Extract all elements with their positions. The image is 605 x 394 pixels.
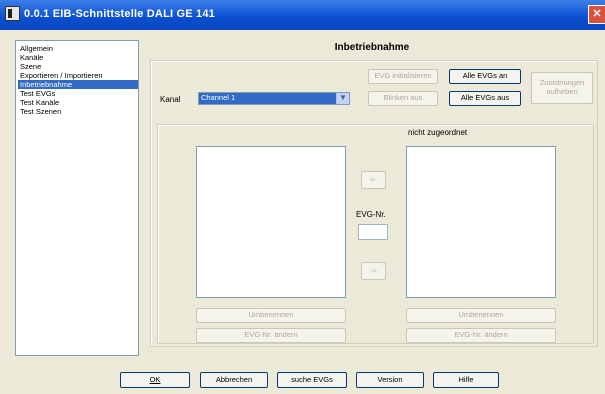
right-evg-nr-aendern-button[interactable]: EVG-Nr. ändern: [406, 328, 556, 343]
window-title: 0.0.1 EIB-Schnittstelle DALI GE 141: [24, 8, 216, 20]
app-icon: [5, 6, 20, 21]
alle-evgs-an-button[interactable]: Alle EVGs an: [449, 69, 521, 84]
kanal-dropdown[interactable]: Channel 1 ▼: [198, 92, 350, 105]
left-evg-nr-aendern-button[interactable]: EVG-Nr. ändern: [196, 328, 346, 343]
alle-evgs-aus-button[interactable]: Alle EVGs aus: [449, 91, 521, 106]
kanal-selected-value: Channel 1: [199, 93, 336, 104]
close-button[interactable]: ✕: [588, 5, 605, 24]
left-umbenennen-button[interactable]: Umbenennen: [196, 308, 346, 323]
sidebar-item-test-kanaele[interactable]: Test Kanäle: [18, 98, 138, 107]
sidebar-item-exportieren-importieren[interactable]: Exportieren / Importieren: [18, 71, 138, 80]
sidebar-item-allgemein[interactable]: Allgemein: [18, 44, 138, 53]
unassigned-list[interactable]: [406, 146, 556, 298]
version-button[interactable]: Version: [356, 372, 424, 388]
blinken-aus-button[interactable]: Blinken aus: [368, 91, 438, 106]
right-umbenennen-button[interactable]: Umbenennen: [406, 308, 556, 323]
chevron-down-icon[interactable]: ▼: [336, 93, 349, 104]
suche-evgs-button[interactable]: suche EVGs: [277, 372, 347, 388]
sidebar-item-inbetriebnahme[interactable]: Inbetriebnahme: [18, 80, 138, 89]
sidebar-nav: Allgemein Kanäle Szene Exportieren / Imp…: [15, 40, 139, 356]
sidebar-item-test-szenen[interactable]: Test Szenen: [18, 107, 138, 116]
page-title: Inbetriebnahme: [334, 42, 410, 53]
move-right-button[interactable]: ->: [361, 262, 386, 280]
abbrechen-button[interactable]: Abbrechen: [200, 372, 268, 388]
move-left-button[interactable]: <-: [361, 171, 386, 189]
sidebar-item-kanaele[interactable]: Kanäle: [18, 53, 138, 62]
evg-initialisieren-button[interactable]: EVG initialisieren: [368, 69, 438, 84]
evg-nr-field[interactable]: [358, 224, 388, 240]
hilfe-button[interactable]: Hilfe: [433, 372, 499, 388]
ok-button[interactable]: OK: [120, 372, 190, 388]
zuordnungen-aufheben-button[interactable]: Zuordnungen aufheben: [531, 72, 593, 104]
sidebar-item-test-evgs[interactable]: Test EVGs: [18, 89, 138, 98]
sidebar-item-szene[interactable]: Szene: [18, 62, 138, 71]
evg-nr-label: EVG-Nr.: [356, 210, 386, 219]
assigned-list[interactable]: [196, 146, 346, 298]
nicht-zugeordnet-label: nicht zugeordnet: [408, 128, 468, 137]
kanal-label: Kanal: [160, 95, 181, 104]
